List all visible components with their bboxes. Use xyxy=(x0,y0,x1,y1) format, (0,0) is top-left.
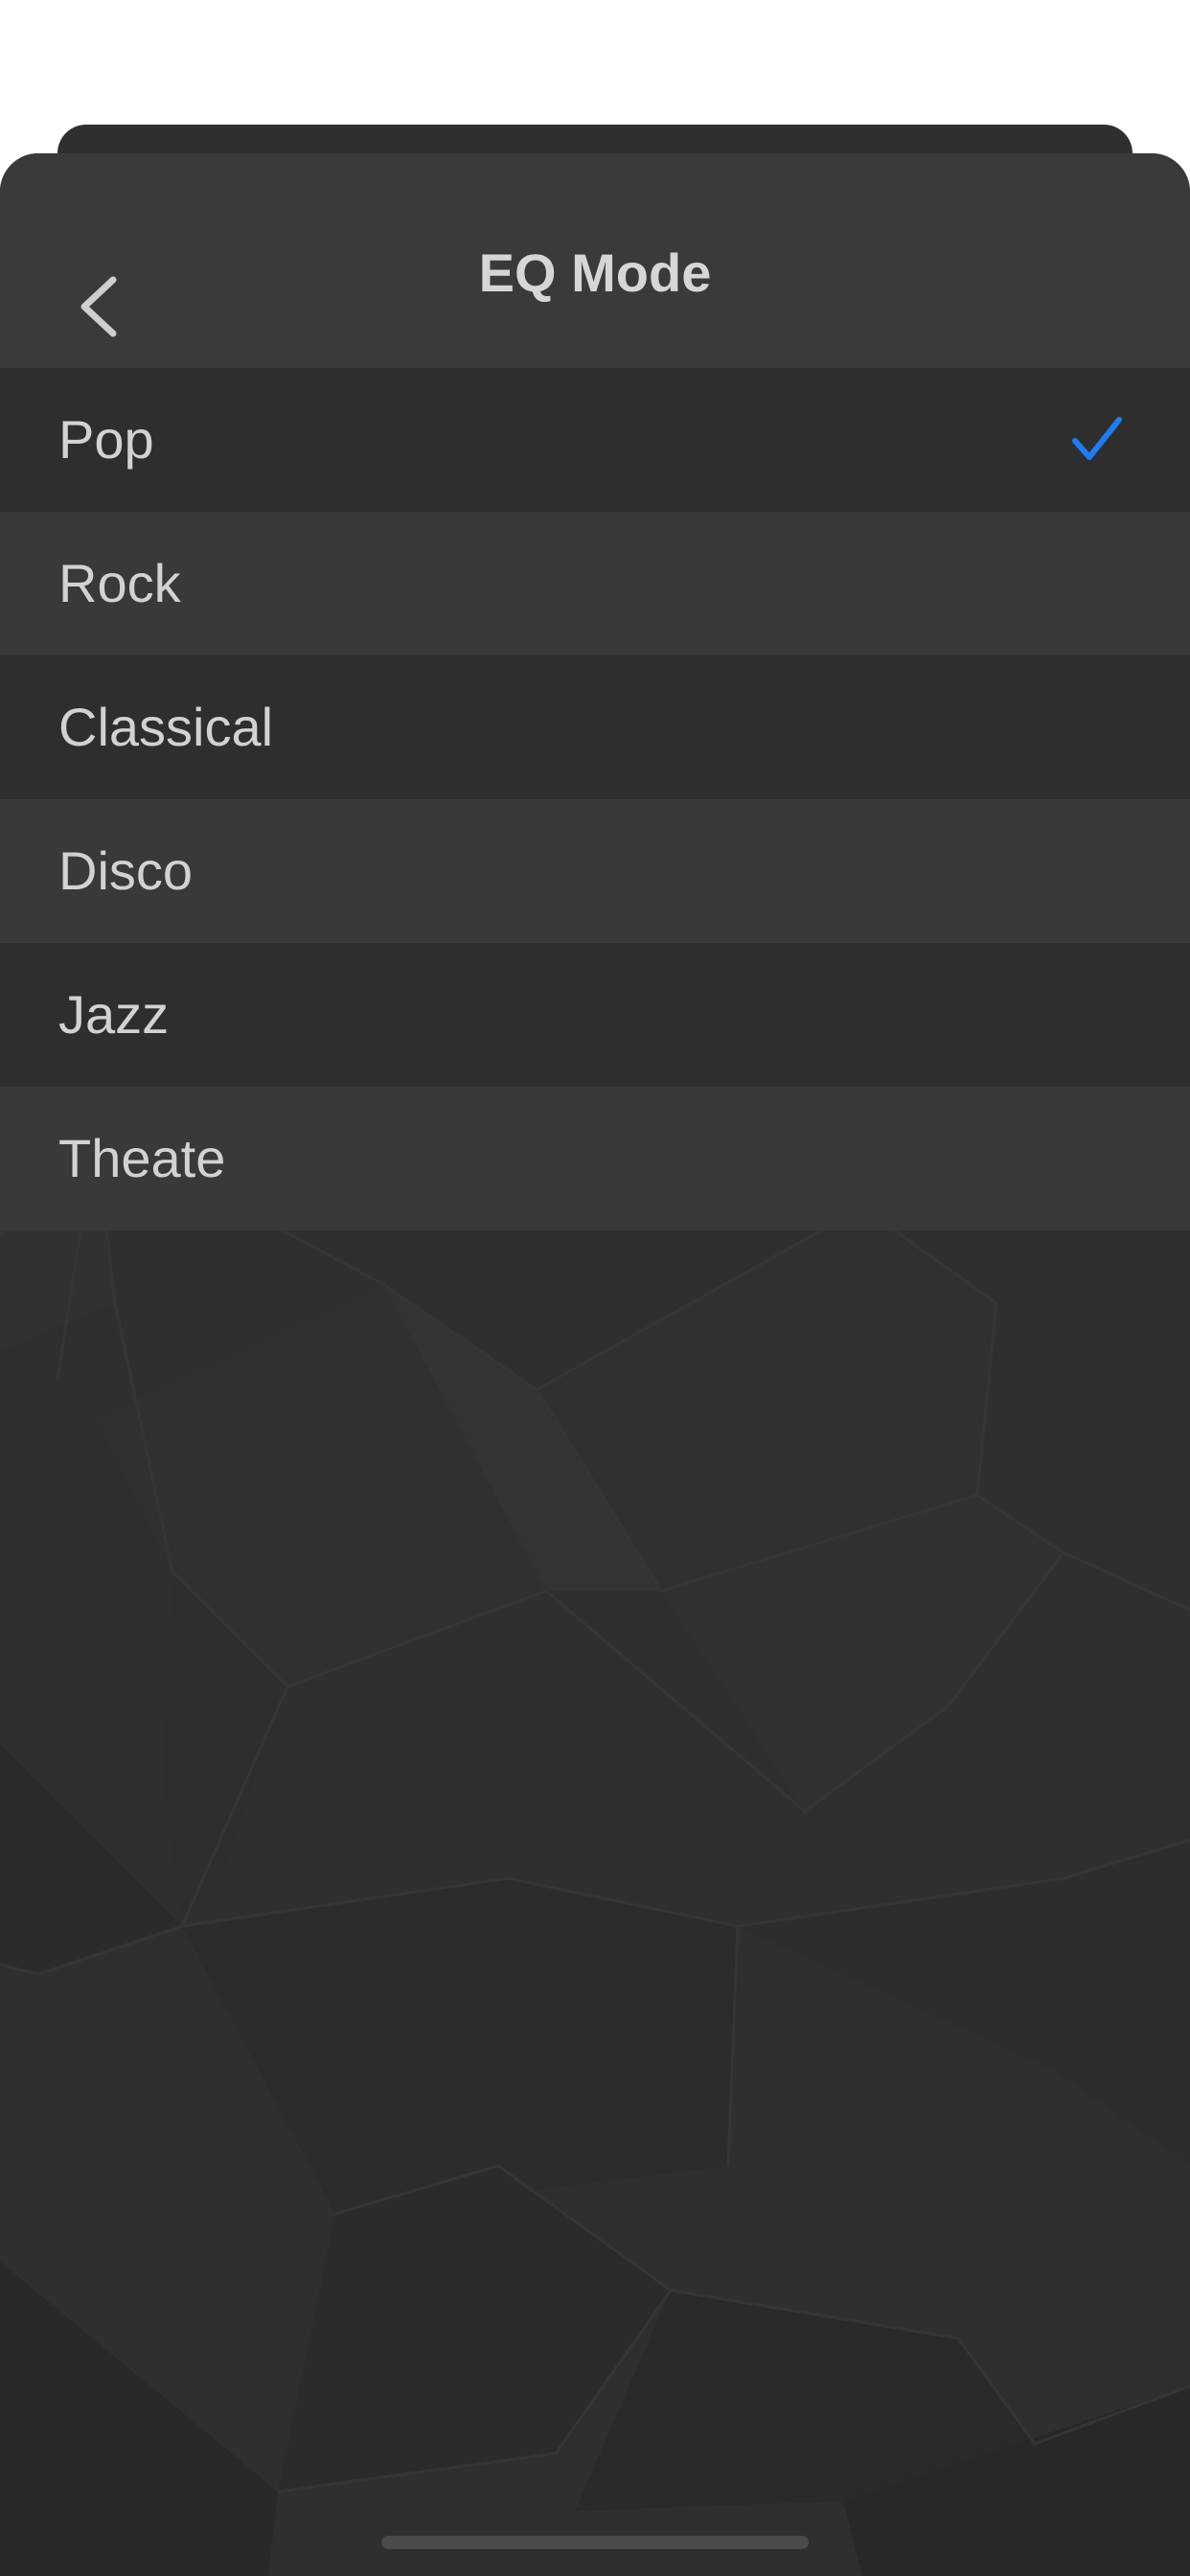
nav-header: EQ Mode xyxy=(0,153,1190,368)
eq-mode-option-rock[interactable]: Rock xyxy=(0,512,1190,656)
checkmark-icon xyxy=(1072,417,1122,460)
home-indicator[interactable] xyxy=(381,2536,809,2549)
eq-mode-label: Classical xyxy=(58,697,274,757)
eq-mode-list: Pop Rock Classical Disco Jazz Theate xyxy=(0,368,1190,1230)
eq-mode-label: Disco xyxy=(58,840,194,901)
eq-mode-label: Jazz xyxy=(58,984,170,1045)
eq-mode-option-jazz[interactable]: Jazz xyxy=(0,943,1190,1087)
eq-mode-option-pop[interactable]: Pop xyxy=(0,368,1190,512)
eq-mode-option-disco[interactable]: Disco xyxy=(0,799,1190,943)
eq-mode-label: Theate xyxy=(58,1128,226,1188)
eq-mode-option-classical[interactable]: Classical xyxy=(0,656,1190,799)
eq-mode-label: Rock xyxy=(58,553,181,613)
eq-mode-label: Pop xyxy=(58,409,154,470)
eq-mode-option-theate[interactable]: Theate xyxy=(0,1087,1190,1230)
eq-mode-sheet: EQ Mode Pop Rock Classical Disco Jazz Th… xyxy=(0,153,1190,2576)
page-title: EQ Mode xyxy=(478,242,712,303)
screen: EQ Mode Pop Rock Classical Disco Jazz Th… xyxy=(0,0,1190,2576)
